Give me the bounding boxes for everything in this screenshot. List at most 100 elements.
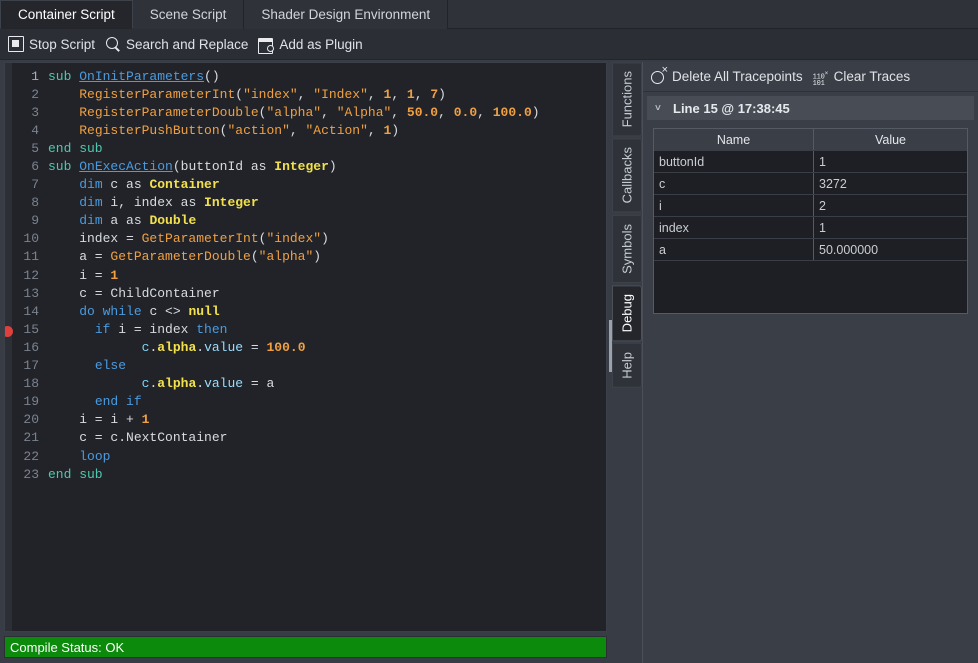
- code-token: [48, 340, 142, 355]
- code-token: c <>: [142, 304, 189, 319]
- code-token: ,: [368, 123, 384, 138]
- code-line-text: loop: [48, 449, 110, 464]
- trace-group-label: Line 15 @ 17:38:45: [673, 101, 790, 116]
- chevron-down-icon[interactable]: ˅: [655, 103, 665, 114]
- code-token: ): [532, 105, 540, 120]
- code-line[interactable]: 17 else: [12, 357, 606, 375]
- trace-variables-table[interactable]: Name Value buttonId 1 c 3272 i 2 index 1…: [653, 128, 968, 314]
- clear-traces-label: Clear Traces: [834, 69, 911, 84]
- table-row[interactable]: c 3272: [654, 173, 967, 195]
- code-line[interactable]: 14 do while c <> null: [12, 302, 606, 320]
- code-token: sub: [48, 159, 79, 174]
- code-token: loop: [79, 449, 110, 464]
- code-line[interactable]: 20 i = i + 1: [12, 411, 606, 429]
- tab-container-script[interactable]: Container Script: [0, 0, 133, 29]
- table-row[interactable]: a 50.000000: [654, 239, 967, 261]
- line-number: 17: [12, 358, 48, 373]
- code-line[interactable]: 19 end if: [12, 393, 606, 411]
- code-token: [48, 449, 79, 464]
- document-tab-strip: Container Script Scene Script Shader Des…: [0, 0, 978, 29]
- trace-group-header[interactable]: ˅ Line 15 @ 17:38:45: [647, 96, 974, 120]
- code-line[interactable]: 5end sub: [12, 139, 606, 157]
- code-token: "Index": [313, 87, 368, 102]
- cell-variable-value: 50.000000: [814, 239, 967, 260]
- line-number: 10: [12, 231, 48, 246]
- clear-traces-button[interactable]: 110×101 Clear Traces: [811, 65, 919, 89]
- line-number: 21: [12, 430, 48, 445]
- code-token: Integer: [274, 159, 329, 174]
- code-token: [48, 87, 79, 102]
- breakpoint-icon[interactable]: [4, 326, 13, 337]
- tab-scene-script[interactable]: Scene Script: [133, 0, 245, 29]
- side-tab-label: Callbacks: [620, 147, 635, 203]
- code-line[interactable]: 7 dim c as Container: [12, 176, 606, 194]
- code-line-text: index = GetParameterInt("index"): [48, 231, 329, 246]
- code-line[interactable]: 15 if i = index then: [12, 320, 606, 338]
- code-token: dim: [79, 177, 102, 192]
- debug-panel: Delete All Tracepoints 110×101 Clear Tra…: [642, 62, 978, 663]
- cell-variable-value: 2: [814, 195, 967, 216]
- code-line[interactable]: 6sub OnExecAction(buttonId as Integer): [12, 157, 606, 175]
- code-line[interactable]: 23end sub: [12, 465, 606, 483]
- code-line[interactable]: 11 a = GetParameterDouble("alpha"): [12, 248, 606, 266]
- line-number: 12: [12, 268, 48, 283]
- code-token: Integer: [204, 195, 259, 210]
- search-and-replace-button[interactable]: Search and Replace: [103, 32, 256, 56]
- code-line[interactable]: 1sub OnInitParameters(): [12, 67, 606, 85]
- code-line[interactable]: 13 c = ChildContainer: [12, 284, 606, 302]
- code-token: "Action": [306, 123, 368, 138]
- code-token: ,: [415, 87, 431, 102]
- add-as-plugin-button[interactable]: Add as Plugin: [256, 32, 370, 56]
- code-line[interactable]: 10 index = GetParameterInt("index"): [12, 230, 606, 248]
- code-token: [48, 322, 95, 337]
- code-token: OnExecAction: [79, 159, 173, 174]
- code-line[interactable]: 21 c = c.NextContainer: [12, 429, 606, 447]
- code-token: RegisterPushButton: [79, 123, 219, 138]
- table-row[interactable]: buttonId 1: [654, 151, 967, 173]
- code-line-text: i = 1: [48, 268, 118, 283]
- stop-script-label: Stop Script: [29, 37, 95, 52]
- code-line[interactable]: 18 c.alpha.value = a: [12, 375, 606, 393]
- side-tab-debug[interactable]: Debug: [612, 285, 642, 341]
- side-tab-symbols[interactable]: Symbols: [612, 215, 642, 283]
- code-token: a =: [48, 249, 110, 264]
- code-editor[interactable]: 1sub OnInitParameters()2 RegisterParamet…: [4, 62, 607, 632]
- delete-all-tracepoints-button[interactable]: Delete All Tracepoints: [649, 65, 811, 89]
- code-token: "index": [243, 87, 298, 102]
- code-line[interactable]: 16 c.alpha.value = 100.0: [12, 338, 606, 356]
- stop-script-button[interactable]: Stop Script: [6, 32, 103, 56]
- code-token: [48, 195, 79, 210]
- code-line[interactable]: 2 RegisterParameterInt("index", "Index",…: [12, 85, 606, 103]
- code-line[interactable]: 4 RegisterPushButton("action", "Action",…: [12, 121, 606, 139]
- cell-variable-name: a: [654, 239, 814, 260]
- code-line[interactable]: 12 i = 1: [12, 266, 606, 284]
- code-line[interactable]: 3 RegisterParameterDouble("alpha", "Alph…: [12, 103, 606, 121]
- delete-all-tracepoints-label: Delete All Tracepoints: [672, 69, 803, 84]
- line-number: 7: [12, 177, 48, 192]
- code-lines-container[interactable]: 1sub OnInitParameters()2 RegisterParamet…: [12, 63, 606, 631]
- code-line[interactable]: 9 dim a as Double: [12, 212, 606, 230]
- cell-variable-value: 1: [814, 217, 967, 238]
- code-token: ): [313, 249, 321, 264]
- tab-shader-design-environment[interactable]: Shader Design Environment: [244, 0, 448, 29]
- code-token: 0.0: [454, 105, 477, 120]
- plugin-icon: [258, 36, 274, 52]
- line-number: 9: [12, 213, 48, 228]
- side-tab-help[interactable]: Help: [612, 343, 642, 388]
- line-number: 5: [12, 141, 48, 156]
- code-token: [48, 123, 79, 138]
- side-tab-callbacks[interactable]: Callbacks: [612, 138, 642, 212]
- code-token: i = index: [110, 322, 196, 337]
- code-token: GetParameterDouble: [110, 249, 250, 264]
- table-row[interactable]: i 2: [654, 195, 967, 217]
- side-tab-functions[interactable]: Functions: [612, 62, 642, 136]
- table-row[interactable]: index 1: [654, 217, 967, 239]
- cell-variable-name: c: [654, 173, 814, 194]
- line-number: 22: [12, 449, 48, 464]
- code-line-text: c.alpha.value = 100.0: [48, 340, 306, 355]
- code-line-text: end sub: [48, 141, 103, 156]
- code-line[interactable]: 22 loop: [12, 447, 606, 465]
- stop-icon: [8, 36, 24, 52]
- code-line[interactable]: 8 dim i, index as Integer: [12, 194, 606, 212]
- debug-toolbar: Delete All Tracepoints 110×101 Clear Tra…: [643, 62, 978, 92]
